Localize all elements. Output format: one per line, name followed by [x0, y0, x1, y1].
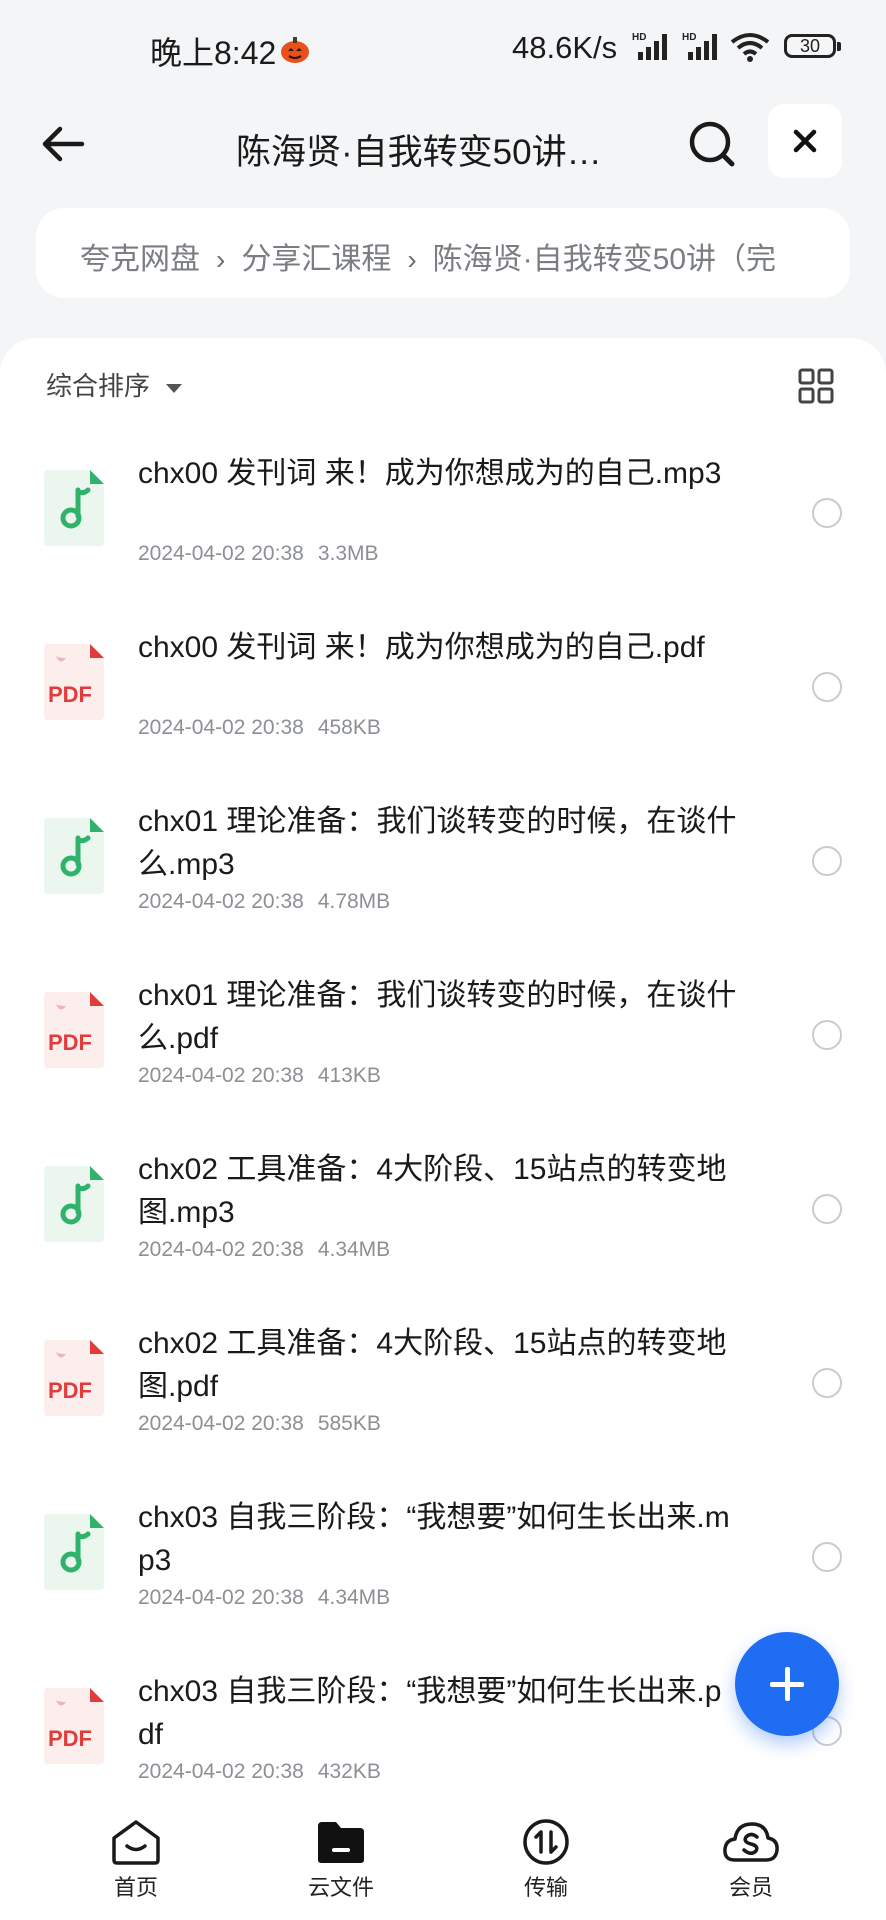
select-radio[interactable] [812, 498, 842, 528]
file-date: 2024-04-02 20:38 [138, 1064, 304, 1087]
nav-item-member[interactable]: 会员 [681, 1818, 821, 1902]
transfer-icon [523, 1819, 569, 1865]
battery-indicator: 30 [784, 34, 841, 58]
file-date: 2024-04-02 20:38 [138, 716, 304, 739]
file-row[interactable]: chx01 理论准备：我们谈转变的时候，在谈什么.mp3 2024-04-02 2… [0, 776, 886, 950]
file-size: 4.34MB [317, 1586, 391, 1609]
nav-item-home[interactable]: 首页 [66, 1818, 206, 1902]
select-radio[interactable] [812, 1020, 842, 1050]
breadcrumb-item-folder[interactable]: 分享汇课程 [241, 243, 391, 276]
file-name: chx02 工具准备：4大阶段、15站点的转变地图.mp3 [138, 1153, 727, 1229]
nav-label: 会员 [728, 1875, 773, 1900]
network-speed: 48.6K/s [512, 30, 618, 65]
search-icon[interactable] [684, 116, 740, 172]
sort-dropdown[interactable]: 综合排序 [46, 366, 183, 403]
nav-label: 传输 [523, 1875, 568, 1900]
file-name: chx01 理论准备：我们谈转变的时候，在谈什么.pdf [138, 979, 737, 1055]
file-size: 458KB [317, 716, 381, 739]
back-arrow-icon[interactable] [36, 116, 92, 172]
header: 陈海贤·自我转变50讲… [0, 96, 886, 196]
file-name: chx01 理论准备：我们谈转变的时候，在谈什么.mp3 [138, 805, 737, 881]
breadcrumb-item-current[interactable]: 陈海贤·自我转变50讲（完 [433, 243, 776, 276]
breadcrumb-separator: › [216, 244, 226, 275]
folder-icon [318, 1822, 364, 1863]
breadcrumb-separator: › [407, 244, 417, 275]
file-date: 2024-04-02 20:38 [138, 1586, 304, 1609]
file-meta: 2024-04-02 20:38 458KB [138, 716, 381, 740]
close-icon [793, 129, 817, 153]
grid-view-icon[interactable] [798, 368, 834, 404]
breadcrumb: 夸克网盘 › 分享汇课程 › 陈海贤·自我转变50讲（完 [36, 208, 850, 298]
pdf-icon-label: PDF [48, 1030, 92, 1055]
wifi-icon [730, 33, 770, 62]
pumpkin-icon [281, 37, 309, 63]
file-name: chx02 工具准备：4大阶段、15站点的转变地图.pdf [138, 1327, 727, 1403]
nav-item-cloud-files[interactable]: 云文件 [271, 1818, 411, 1902]
close-button[interactable] [768, 104, 842, 178]
sort-label: 综合排序 [46, 371, 151, 401]
bottom-nav: 首页 云文件 传输 会员 [0, 1798, 886, 1920]
file-row[interactable]: PDF chx01 理论准备：我们谈转变的时候，在谈什么.pdf 2024-04-0… [0, 950, 886, 1124]
breadcrumb-item-root[interactable]: 夸克网盘 [80, 243, 200, 276]
svg-text:HD: HD [632, 32, 646, 43]
file-name: chx00 发刊词 来！成为你想成为的自己.pdf [138, 631, 705, 664]
add-button[interactable] [735, 1632, 839, 1736]
audio-file-icon [40, 1512, 108, 1592]
file-row[interactable]: chx02 工具准备：4大阶段、15站点的转变地图.mp3 2024-04-02 … [0, 1124, 886, 1298]
pdf-file-icon: PDF [40, 1338, 108, 1418]
file-meta: 2024-04-02 20:38 413KB [138, 1064, 381, 1088]
file-size: 4.78MB [317, 890, 391, 913]
svg-text:HD: HD [682, 32, 696, 43]
file-date: 2024-04-02 20:38 [138, 542, 304, 565]
select-radio[interactable] [812, 672, 842, 702]
member-icon [723, 1822, 779, 1862]
dropdown-triangle-icon [166, 383, 183, 393]
file-size: 3.3MB [317, 542, 379, 565]
file-meta: 2024-04-02 20:38 4.34MB [138, 1238, 390, 1262]
file-row[interactable]: PDF chx02 工具准备：4大阶段、15站点的转变地图.pdf 2024-04-… [0, 1298, 886, 1472]
file-date: 2024-04-02 20:38 [138, 890, 304, 913]
file-size: 4.34MB [317, 1238, 391, 1261]
file-date: 2024-04-02 20:38 [138, 1238, 304, 1261]
audio-file-icon [40, 468, 108, 548]
audio-file-icon [40, 816, 108, 896]
pdf-icon-label: PDF [48, 682, 92, 707]
select-radio[interactable] [812, 1542, 842, 1572]
file-date: 2024-04-02 20:38 [138, 1412, 304, 1435]
file-row[interactable]: chx00 发刊词 来！成为你想成为的自己.mp3 2024-04-02 20:3… [0, 428, 886, 602]
nav-item-transfer[interactable]: 传输 [476, 1818, 616, 1902]
file-size: 432KB [317, 1760, 381, 1783]
nav-label: 首页 [113, 1875, 158, 1900]
status-bar: 晚上8:42 48.6K/s HD HD 30 [0, 0, 886, 96]
nav-label: 云文件 [307, 1875, 374, 1900]
file-meta: 2024-04-02 20:38 432KB [138, 1760, 381, 1784]
file-meta: 2024-04-02 20:38 585KB [138, 1412, 381, 1436]
pdf-icon-label: PDF [48, 1726, 92, 1751]
file-row[interactable]: chx03 自我三阶段：“我想要”如何生长出来.mp3 2024-04-02 20… [0, 1472, 886, 1646]
pdf-file-icon: PDF [40, 990, 108, 1070]
home-icon [112, 1820, 160, 1865]
file-name: chx03 自我三阶段：“我想要”如何生长出来.mp3 [138, 1501, 730, 1577]
file-list: chx00 发刊词 来！成为你想成为的自己.mp3 2024-04-02 20:3… [0, 428, 886, 1820]
file-meta: 2024-04-02 20:38 4.78MB [138, 890, 390, 914]
select-radio[interactable] [812, 1194, 842, 1224]
pdf-icon-label: PDF [48, 1378, 92, 1403]
file-name: chx00 发刊词 来！成为你想成为的自己.mp3 [138, 457, 722, 490]
file-size: 585KB [317, 1412, 381, 1435]
pdf-file-icon: PDF [40, 1686, 108, 1766]
file-name: chx03 自我三阶段：“我想要”如何生长出来.pdf [138, 1675, 722, 1751]
signal-icon: HD [632, 32, 667, 60]
file-meta: 2024-04-02 20:38 3.3MB [138, 542, 379, 566]
select-radio[interactable] [812, 846, 842, 876]
audio-file-icon [40, 1164, 108, 1244]
select-radio[interactable] [812, 1368, 842, 1398]
file-meta: 2024-04-02 20:38 4.34MB [138, 1586, 390, 1610]
pdf-file-icon: PDF [40, 642, 108, 722]
status-time: 晚上8:42 [150, 35, 277, 71]
signal-icon: HD [682, 32, 717, 60]
page-title: 陈海贤·自我转变50讲… [236, 133, 602, 172]
file-date: 2024-04-02 20:38 [138, 1760, 304, 1783]
file-size: 413KB [317, 1064, 381, 1087]
file-row[interactable]: PDF chx00 发刊词 来！成为你想成为的自己.pdf 2024-04-02 2… [0, 602, 886, 776]
